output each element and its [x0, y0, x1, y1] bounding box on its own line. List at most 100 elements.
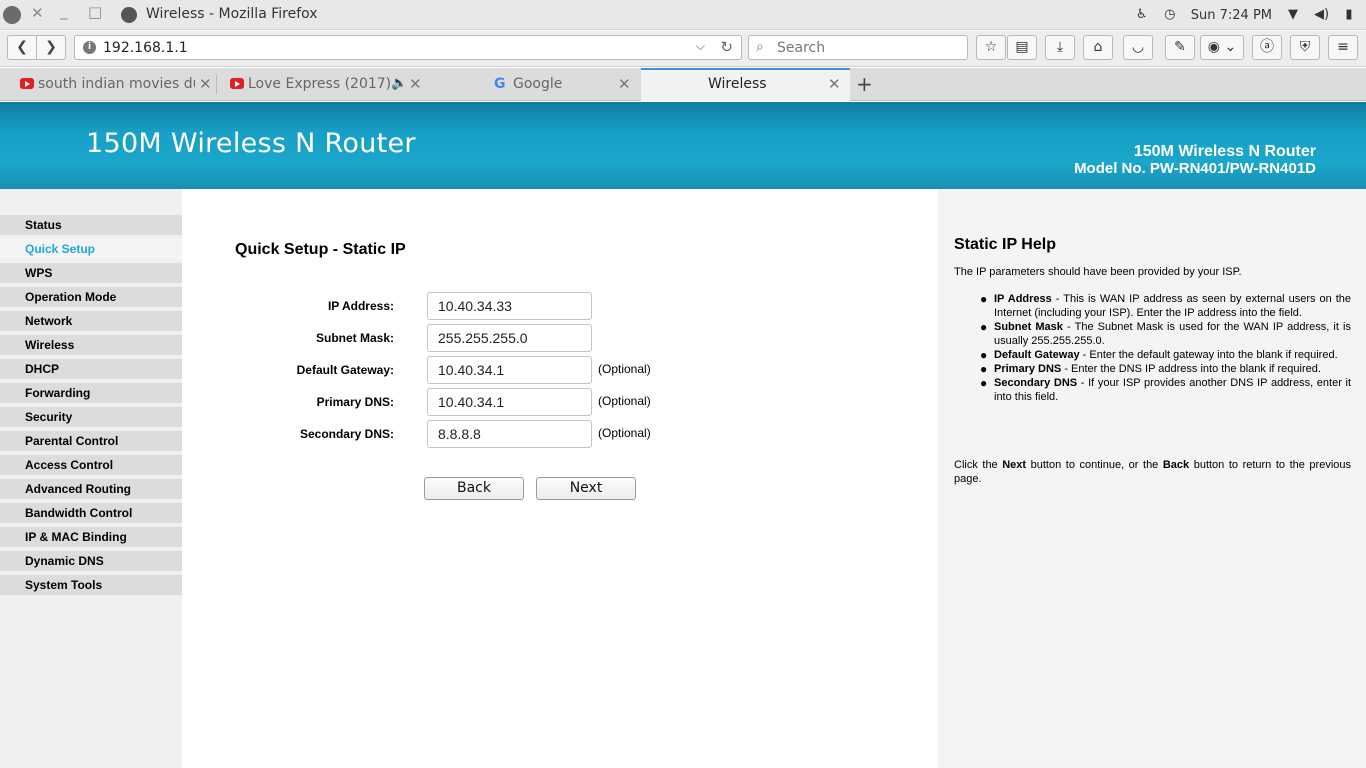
menu-item-advanced-routing[interactable]: Advanced Routing [0, 479, 182, 499]
home-icon[interactable]: ⌂ [1083, 35, 1113, 60]
tab-google[interactable]: G Google ✕ [428, 68, 641, 101]
firefox-icon [3, 6, 21, 24]
subnet-mask-input[interactable] [427, 324, 592, 352]
clock-icon: ◷ [1164, 7, 1176, 22]
router-title: 150M Wireless N Router [86, 128, 416, 159]
audio-playing-icon[interactable]: 🔈 [391, 76, 407, 91]
window-titlebar: ✕ _ □ Wireless - Mozilla Firefox ♿ ◷ Sun… [0, 0, 1366, 30]
help-item: ● Default Gateway - Enter the default gat… [980, 348, 1338, 362]
tab-south-indian-movies[interactable]: south indian movies dub ✕ [0, 68, 217, 101]
menu-item-network[interactable]: Network [0, 311, 182, 331]
primary-dns-label: Primary DNS: [316, 395, 394, 409]
help-item: ● IP Address - This is WAN IP address as … [980, 292, 1352, 319]
eyedropper-icon[interactable]: ✎ [1165, 35, 1195, 60]
help-item: ● Subnet Mask - The Subnet Mask is used f… [980, 320, 1351, 347]
close-tab-icon[interactable]: ✕ [828, 75, 841, 93]
clock-text[interactable]: Sun 7:24 PM [1191, 8, 1272, 23]
menu-item-forwarding[interactable]: Forwarding [0, 383, 182, 403]
tab-label: south indian movies dub [38, 76, 195, 92]
router-product-name: 150M Wireless N Router [1133, 143, 1316, 160]
extension-menu-icon[interactable]: ◉ ⌄ [1200, 35, 1244, 60]
close-window-icon[interactable]: ✕ [31, 4, 44, 22]
secondary-dns-input[interactable] [427, 420, 592, 448]
primary-dns-input[interactable] [427, 388, 592, 416]
youtube-icon [20, 78, 34, 89]
tab-wireless[interactable]: Wireless ✕ [641, 68, 850, 101]
ublock-icon[interactable]: ⛨ [1290, 35, 1320, 60]
default-gateway-input[interactable] [427, 356, 592, 384]
help-item: ● Secondary DNS - If your ISP provides an… [980, 376, 1352, 403]
help-list: ● IP Address - This is WAN IP address as … [978, 292, 1351, 404]
quick-setup-form-area: Quick Setup - Static IP IP Address: Subn… [182, 189, 938, 768]
menu-item-status[interactable]: Status [0, 215, 182, 235]
menu-item-ip-mac-binding[interactable]: IP & MAC Binding [0, 527, 182, 547]
search-placeholder[interactable]: Search [777, 40, 825, 56]
url-text[interactable]: 192.168.1.1 [103, 40, 188, 56]
new-tab-icon[interactable]: + [856, 72, 873, 96]
subnet-mask-label: Subnet Mask: [315, 331, 394, 345]
system-tray: ♿ ◷ Sun 7:24 PM ▼ ◀) ▮ [1135, 6, 1356, 24]
pocket-icon[interactable]: ◡ [1123, 35, 1153, 60]
tab-love-express[interactable]: Love Express (2017) 🔈 ✕ [210, 68, 428, 101]
secondary-dns-label: Secondary DNS: [299, 427, 394, 441]
router-model-number: Model No. PW-RN401/PW-RN401D [1074, 160, 1316, 177]
extension-a-icon[interactable]: ⓐ [1252, 35, 1282, 60]
hamburger-menu-icon[interactable]: ≡ [1328, 35, 1358, 60]
back-button[interactable]: ❮ [7, 35, 37, 60]
ip-address-label: IP Address: [327, 299, 394, 313]
tab-label: Love Express (2017) [248, 76, 392, 92]
menu-item-security[interactable]: Security [0, 407, 182, 427]
help-title: Static IP Help [954, 236, 1056, 253]
url-dropdown-icon[interactable]: ⌵ [696, 39, 705, 54]
help-footer: Click the Next button to continue, or th… [954, 459, 1351, 485]
menu-item-quick-setup[interactable]: Quick Setup [0, 239, 182, 259]
menu-item-dynamic-dns[interactable]: Dynamic DNS [0, 551, 182, 571]
minimize-window-icon[interactable]: _ [60, 2, 68, 20]
help-intro: The IP parameters should have been provi… [954, 266, 1242, 278]
page-title: Quick Setup - Static IP [235, 241, 406, 258]
youtube-icon [230, 78, 244, 89]
optional-note: (Optional) [598, 426, 651, 440]
menu-item-wps[interactable]: WPS [0, 263, 182, 283]
ip-address-input[interactable] [427, 292, 592, 320]
next-button[interactable]: Next [536, 477, 636, 500]
search-icon: ⌕ [756, 39, 764, 55]
back-button[interactable]: Back [424, 477, 524, 500]
close-tab-icon[interactable]: ✕ [618, 75, 631, 93]
menu-item-wireless[interactable]: Wireless [0, 335, 182, 355]
reload-icon[interactable]: ↻ [720, 38, 733, 56]
router-header: 150M Wireless N Router 150M Wireless N R… [0, 102, 1366, 189]
maximize-window-icon[interactable]: □ [88, 3, 102, 21]
tab-strip: south indian movies dub ✕ Love Express (… [0, 68, 1366, 101]
battery-icon[interactable]: ▮ [1342, 8, 1356, 22]
navigation-toolbar: ❮ ❯ i 192.168.1.1 ⌵ ↻ ⌕ Search ☆ ▤ ⤓ ⌂ ◡… [0, 31, 1366, 67]
reading-list-icon[interactable]: ▤ [1007, 35, 1037, 60]
menu-item-parental-control[interactable]: Parental Control [0, 431, 182, 451]
google-icon: G [494, 76, 506, 92]
menu-item-bandwidth-control[interactable]: Bandwidth Control [0, 503, 182, 523]
accessibility-icon[interactable]: ♿ [1135, 8, 1149, 22]
menu-item-dhcp[interactable]: DHCP [0, 359, 182, 379]
optional-note: (Optional) [598, 394, 651, 408]
menu-item-operation-mode[interactable]: Operation Mode [0, 287, 182, 307]
router-sidebar-menu: Status Quick Setup WPS Operation Mode Ne… [0, 189, 182, 768]
tab-label: Wireless [708, 76, 767, 92]
tab-label: Google [513, 76, 563, 92]
wifi-icon[interactable]: ▼ [1286, 8, 1300, 22]
default-gateway-label: Default Gateway: [296, 363, 394, 377]
downloads-icon[interactable]: ⤓ [1045, 35, 1075, 60]
close-tab-icon[interactable]: ✕ [409, 75, 422, 93]
help-item: ● Primary DNS - Enter the DNS IP address … [980, 362, 1321, 376]
bookmark-star-icon[interactable]: ☆ [976, 35, 1006, 60]
optional-note: (Optional) [598, 362, 651, 376]
menu-item-access-control[interactable]: Access Control [0, 455, 182, 475]
site-info-icon[interactable]: i [83, 41, 96, 54]
app-icon [121, 7, 137, 23]
window-title: Wireless - Mozilla Firefox [146, 6, 318, 22]
volume-icon[interactable]: ◀) [1314, 8, 1329, 22]
help-panel: Static IP Help The IP parameters should … [938, 189, 1366, 768]
forward-button[interactable]: ❯ [36, 35, 66, 60]
search-bar[interactable]: ⌕ Search [748, 35, 968, 60]
url-bar[interactable]: i 192.168.1.1 ⌵ ↻ [74, 35, 742, 60]
menu-item-system-tools[interactable]: System Tools [0, 575, 182, 595]
